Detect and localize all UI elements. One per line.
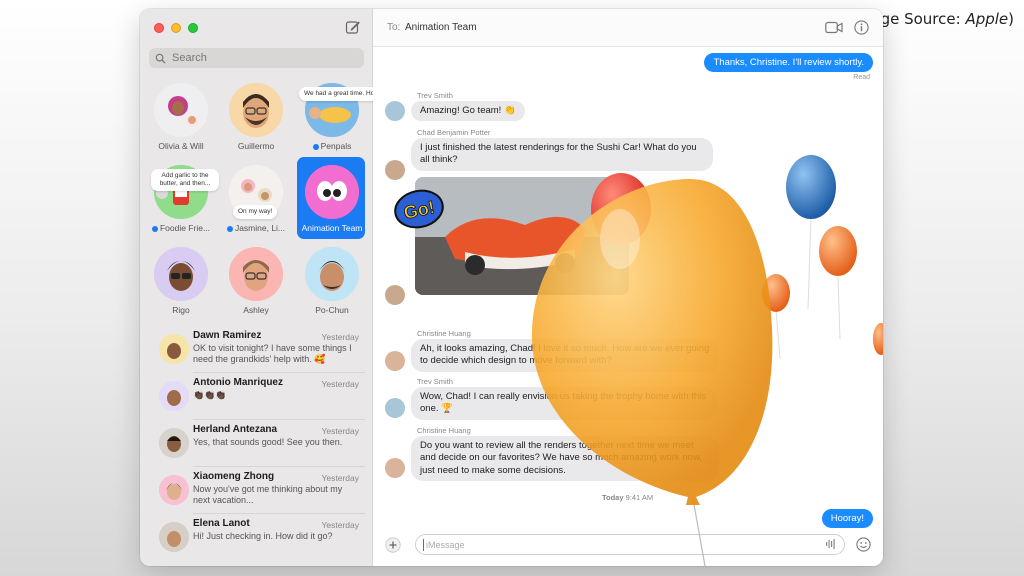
message-sent[interactable]: Hooray!	[821, 509, 873, 528]
conversation-preview: Hi! Just checking in. How did it go?	[193, 531, 333, 541]
unread-indicator	[312, 143, 319, 150]
sender-name: Christine Huang	[417, 329, 471, 338]
avatar	[154, 83, 208, 137]
pinned-foodie-friends[interactable]: Add garlic to the butter, and then... Fo…	[146, 165, 219, 233]
avatar	[159, 475, 189, 505]
conversation-preview: OK to visit tonight? I have some things …	[193, 343, 352, 365]
sender-name: Christine Huang	[417, 426, 471, 435]
minimize-window-button[interactable]	[171, 23, 181, 33]
render-image-attachment[interactable]	[415, 177, 629, 295]
pinned-label: Penpals	[297, 141, 367, 151]
unread-indicator	[151, 225, 158, 232]
conversation-time: Yesterday	[321, 379, 360, 389]
pinned-animation-team[interactable]: Animation Team	[297, 165, 367, 233]
avatar	[159, 522, 189, 552]
conversation-preview: Yes, that sounds good! See you then.	[193, 437, 343, 447]
sender-name: Trev Smith	[417, 91, 453, 100]
avatar	[229, 83, 283, 137]
avatar	[305, 165, 359, 219]
avatar	[385, 351, 405, 371]
pinned-jasmine[interactable]: On my way! Jasmine, Li...	[221, 165, 291, 233]
chat-header: To: Animation Team	[373, 9, 883, 47]
conversation-time: Yesterday	[321, 520, 360, 530]
audio-waveform-icon[interactable]	[825, 538, 837, 550]
text-caret	[423, 539, 424, 551]
pinned-label: Po-Chun	[315, 305, 349, 315]
conversation-time: Yesterday	[321, 332, 360, 342]
pinned-penpals[interactable]: We had a great time. Home with... Penpal…	[297, 83, 408, 151]
avatar	[305, 247, 359, 301]
pinned-label: Ashley	[243, 305, 269, 315]
pinned-label: Jasmine, Li...	[221, 223, 291, 233]
message-received[interactable]: Do you want to review all the renders to…	[411, 436, 719, 482]
pinned-label: Foodie Frie...	[146, 223, 216, 233]
message-received[interactable]: I just finished the latest renderings fo…	[411, 138, 713, 171]
pinned-label: Animation Team	[301, 223, 363, 233]
pinned-ashley[interactable]: Ashley	[221, 247, 291, 315]
compose-icon[interactable]	[345, 19, 361, 35]
zoom-window-button[interactable]	[188, 23, 198, 33]
message-placeholder: iMessage	[426, 540, 465, 550]
window-controls	[154, 23, 198, 33]
pinned-po-chun[interactable]: Po-Chun	[297, 247, 367, 315]
message-received[interactable]: Amazing! Go team! 👏	[411, 101, 525, 122]
read-receipt: Read	[853, 74, 870, 81]
sender-name: Trev Smith	[417, 377, 453, 386]
conversation-item[interactable]: Dawn Ramirez Yesterday OK to visit tonig…	[140, 326, 373, 373]
info-icon[interactable]	[854, 20, 869, 35]
avatar	[159, 381, 189, 411]
avatar	[385, 160, 405, 180]
avatar	[385, 101, 405, 121]
avatar	[154, 247, 208, 301]
avatar	[385, 285, 405, 305]
messages-window: Search Olivia & Will Guillermo We had a …	[140, 9, 883, 566]
search-field[interactable]: Search	[149, 48, 364, 68]
message-tip: On my way!	[233, 205, 278, 219]
apps-plus-icon[interactable]	[385, 537, 401, 553]
message-received[interactable]: Wow, Chad! I can really envision us taki…	[411, 387, 717, 420]
message-received[interactable]: Ah, it looks amazing, Chad! I love it so…	[411, 339, 719, 372]
pinned-rigo[interactable]: Rigo	[146, 247, 216, 315]
pinned-label: Rigo	[172, 305, 190, 315]
unread-indicator	[226, 225, 233, 232]
conversation-time: Yesterday	[321, 473, 360, 483]
pinned-label: Olivia & Will	[158, 141, 204, 151]
sender-name: Chad Benjamin Potter	[417, 128, 491, 137]
to-label: To:	[387, 22, 401, 33]
message-tip: Add garlic to the butter, and then...	[151, 169, 219, 191]
conversation-preview: Now you've got me thinking about my next…	[193, 484, 343, 506]
conversation-item[interactable]: Antonio Manriquez Yesterday 👏🏿👏🏿👏🏿	[140, 373, 373, 420]
avatar	[159, 334, 189, 364]
conversation-item[interactable]: Herland Antezana Yesterday Yes, that sou…	[140, 420, 373, 467]
conversation-item[interactable]: Elena Lanot Yesterday Hi! Just checking …	[140, 514, 373, 561]
conversation-list: Dawn Ramirez Yesterday OK to visit tonig…	[140, 326, 373, 561]
close-window-button[interactable]	[154, 23, 164, 33]
video-call-icon[interactable]	[825, 21, 843, 34]
avatar	[385, 398, 405, 418]
pinned-olivia-will[interactable]: Olivia & Will	[146, 83, 216, 151]
conversation-item[interactable]: Xiaomeng Zhong Yesterday Now you've got …	[140, 467, 373, 514]
message-sent[interactable]: Thanks, Christine. I'll review shortly.	[704, 53, 873, 72]
sidebar: Search Olivia & Will Guillermo We had a …	[140, 9, 408, 566]
conversation-preview: 👏🏿👏🏿👏🏿	[193, 390, 227, 400]
recipient-name[interactable]: Animation Team	[405, 22, 477, 33]
pinned-label: Guillermo	[237, 141, 275, 151]
avatar	[385, 458, 405, 478]
search-icon	[155, 53, 166, 64]
pinned-guillermo[interactable]: Guillermo	[221, 83, 291, 151]
conversation-time: Yesterday	[321, 426, 360, 436]
emoji-icon[interactable]	[856, 537, 871, 552]
chat-pane: To: Animation Team Thanks, Christine. I'…	[373, 9, 883, 566]
avatar	[159, 428, 189, 458]
timestamp: Today 9:41 AM	[602, 493, 654, 502]
avatar	[229, 247, 283, 301]
search-placeholder: Search	[172, 52, 207, 64]
message-input[interactable]: iMessage	[415, 534, 845, 555]
